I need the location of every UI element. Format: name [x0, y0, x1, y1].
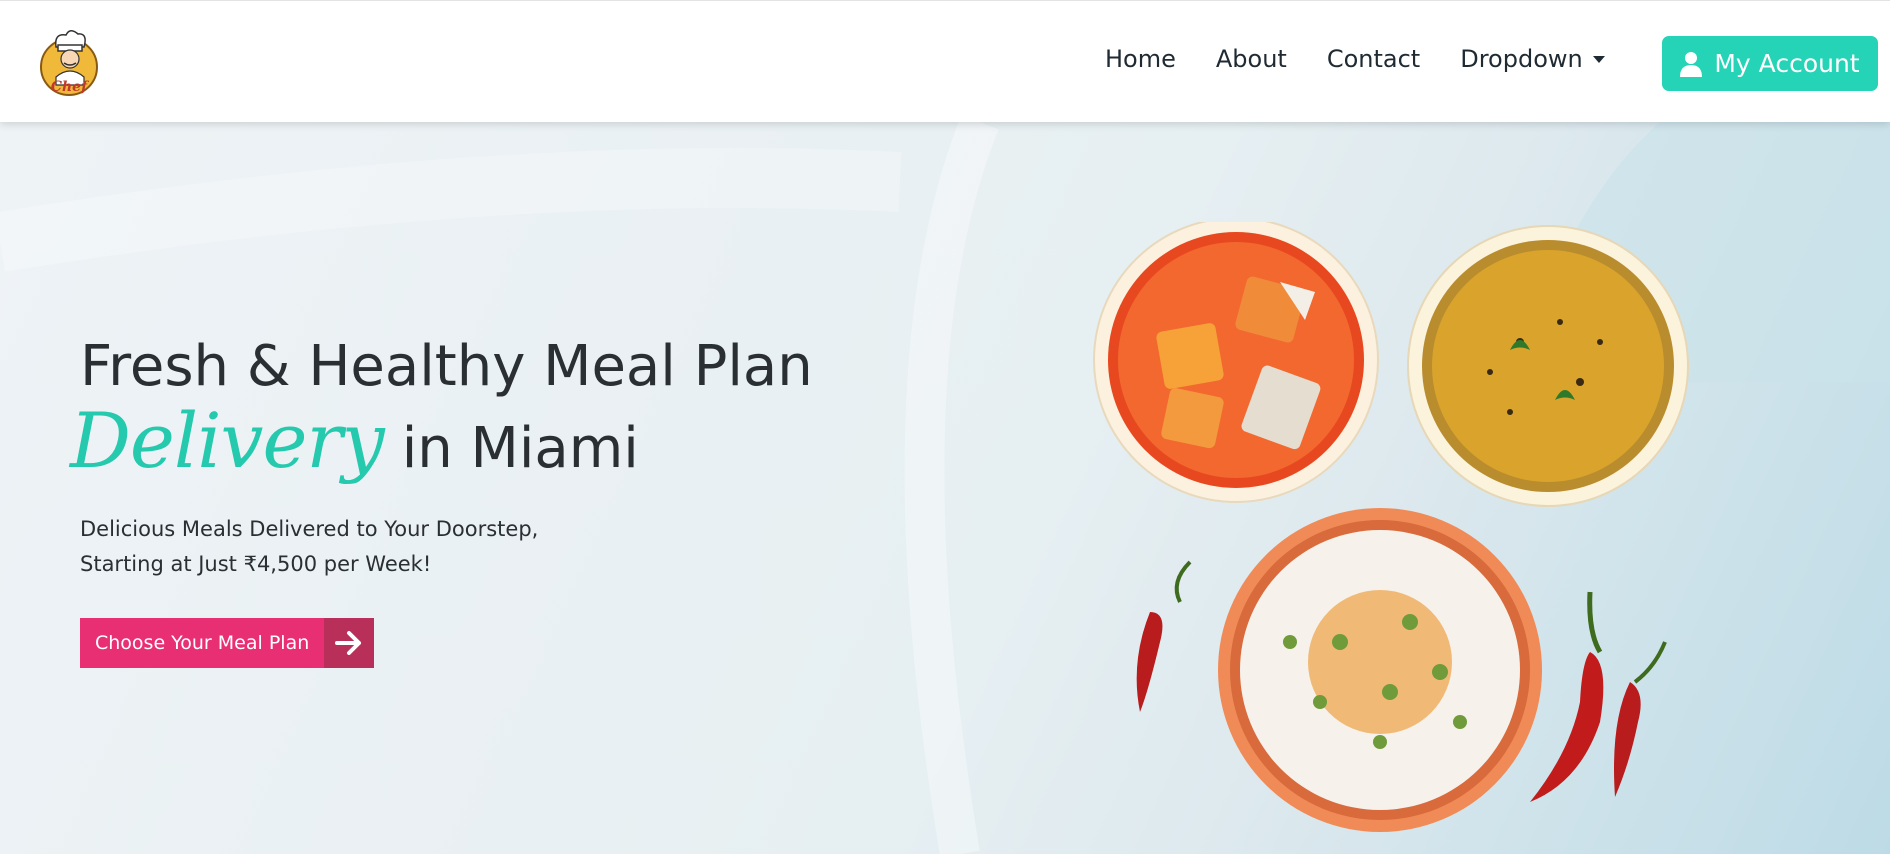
headline-line-2: Delivery in Miami — [70, 403, 813, 486]
nav-dropdown-label: Dropdown — [1460, 45, 1583, 73]
red-chili-right-small — [1614, 641, 1667, 797]
my-account-label: My Account — [1714, 49, 1860, 78]
nav-home[interactable]: Home — [1105, 45, 1176, 73]
caret-down-icon — [1592, 55, 1605, 63]
hero-section: Fresh & Healthy Meal Plan Delivery in Mi… — [0, 122, 1890, 854]
headline-script-word: Delivery — [70, 396, 385, 485]
user-icon — [1680, 51, 1703, 77]
dal-bowl — [1407, 225, 1689, 507]
chef-logo-icon[interactable]: Chef — [36, 25, 102, 99]
red-chili-left — [1136, 560, 1192, 712]
nav-contact[interactable]: Contact — [1327, 45, 1420, 73]
paneer-curry-bowl — [1093, 222, 1379, 503]
hero-headline: Fresh & Healthy Meal Plan Delivery in Mi… — [70, 330, 813, 486]
nav-about[interactable]: About — [1216, 45, 1287, 73]
rice-pulao-plate — [1218, 508, 1542, 832]
arrow-right-icon — [324, 618, 375, 668]
cta-label: Choose Your Meal Plan — [80, 618, 325, 668]
food-illustration — [1093, 222, 1689, 832]
my-account-button[interactable]: My Account — [1662, 36, 1878, 91]
headline-location: in Miami — [401, 416, 639, 481]
choose-meal-plan-button[interactable]: Choose Your Meal Plan — [80, 618, 375, 668]
nav-links: Home About Contact Dropdown — [1105, 45, 1645, 73]
hero-subtext: Delicious Meals Delivered to Your Doorst… — [80, 517, 539, 576]
headline-line-1: Fresh & Healthy Meal Plan — [80, 334, 813, 399]
nav-dropdown[interactable]: Dropdown — [1460, 45, 1605, 73]
logo-text: Chef — [51, 79, 90, 95]
red-chili-right-large — [1530, 591, 1604, 802]
navbar: Chef Home About Contact Dropdown My Acco… — [0, 0, 1890, 122]
